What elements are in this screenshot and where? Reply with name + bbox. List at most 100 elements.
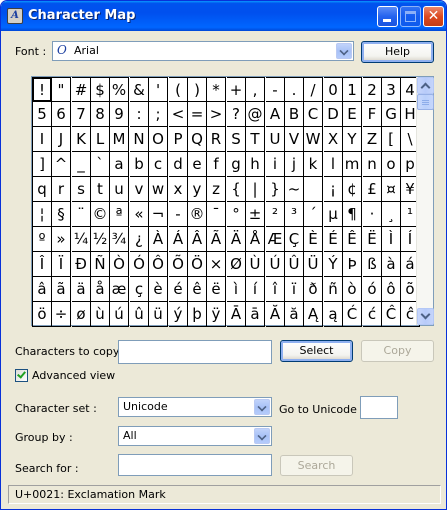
character-cell[interactable]: 6 (52, 102, 71, 127)
character-cell[interactable]: < (169, 102, 188, 127)
character-cell[interactable]: Ý (324, 252, 343, 277)
character-cell[interactable]: ¯ (207, 202, 226, 227)
character-cell[interactable]: b (130, 152, 149, 177)
character-cell[interactable]: * (207, 77, 226, 102)
character-cell[interactable]: m (343, 152, 362, 177)
character-cell[interactable]: Õ (169, 252, 188, 277)
character-cell[interactable]: @ (246, 102, 265, 127)
character-cell[interactable]: ; (149, 102, 168, 127)
character-cell[interactable]: j (285, 152, 304, 177)
character-cell[interactable]: ß (363, 252, 382, 277)
character-cell[interactable]: 9 (110, 102, 129, 127)
character-cell[interactable]: Ą (304, 302, 323, 327)
character-cell[interactable]: À (149, 227, 168, 252)
character-cell[interactable]: ö (32, 302, 52, 327)
character-cell[interactable]: Ø (227, 252, 246, 277)
character-cell[interactable]: ø (72, 302, 91, 327)
character-cell[interactable]: 3 (382, 77, 401, 102)
character-cell[interactable]: × (207, 252, 226, 277)
character-cell[interactable]: ä (72, 277, 91, 302)
character-cell[interactable]: S (227, 127, 246, 152)
character-cell[interactable]: ê (188, 277, 207, 302)
character-cell[interactable]: Ì (382, 227, 401, 252)
character-cell[interactable]: L (91, 127, 110, 152)
character-cell[interactable]: V (285, 127, 304, 152)
character-cell[interactable]: d (169, 152, 188, 177)
copy-button[interactable]: Copy (361, 340, 434, 362)
character-cell[interactable]: Ñ (91, 252, 110, 277)
character-cell[interactable]: Þ (343, 252, 362, 277)
character-cell[interactable]: x (169, 177, 188, 202)
character-cell[interactable]: ~ (285, 177, 304, 202)
character-cell[interactable]: ó (363, 277, 382, 302)
character-cell[interactable]: é (169, 277, 188, 302)
character-cell[interactable]: F (363, 102, 382, 127)
character-cell[interactable]: Ã (207, 227, 226, 252)
character-cell[interactable]: | (246, 177, 265, 202)
character-cell[interactable]: ° (227, 202, 246, 227)
character-cell[interactable]: Æ (266, 227, 285, 252)
character-cell[interactable]: u (110, 177, 129, 202)
advanced-view-checkbox[interactable] (15, 369, 28, 382)
character-cell[interactable]: · (363, 202, 382, 227)
close-button[interactable]: ✕ (423, 6, 444, 27)
character-cell[interactable]: « (130, 202, 149, 227)
advanced-view-label[interactable]: Advanced view (32, 369, 115, 382)
character-cell[interactable]: £ (363, 177, 382, 202)
character-cell[interactable]: Ç (285, 227, 304, 252)
character-cell[interactable]: º (32, 227, 52, 252)
character-set-dropdown[interactable]: Unicode (118, 397, 272, 417)
character-cell[interactable]: æ (110, 277, 129, 302)
font-dropdown[interactable]: O Arial (52, 41, 354, 61)
character-cell[interactable]: ì (227, 277, 246, 302)
character-cell[interactable]: É (324, 227, 343, 252)
character-cell[interactable]: Z (363, 127, 382, 152)
character-cell[interactable]: Ë (363, 227, 382, 252)
character-cell[interactable]: > (207, 102, 226, 127)
scroll-up-button[interactable] (417, 77, 434, 94)
character-cell[interactable]: - (266, 77, 285, 102)
character-cell[interactable] (304, 177, 323, 202)
character-cell[interactable]: ¢ (343, 177, 362, 202)
character-cell[interactable]: q (32, 177, 52, 202)
character-cell[interactable]: ò (343, 277, 362, 302)
character-cell[interactable]: T (246, 127, 265, 152)
character-cell[interactable]: Á (169, 227, 188, 252)
character-cell[interactable]: ³ (285, 202, 304, 227)
character-cell[interactable]: 7 (72, 102, 91, 127)
character-cell[interactable]: ? (227, 102, 246, 127)
character-cell[interactable]: Ò (110, 252, 129, 277)
character-cell[interactable]: _ (72, 152, 91, 177)
character-cell[interactable]: ¬ (149, 202, 168, 227)
scroll-down-button[interactable] (417, 308, 434, 325)
character-cell[interactable]: ½ (91, 227, 110, 252)
character-cell[interactable]: c (149, 152, 168, 177)
character-cell[interactable]: ® (188, 202, 207, 227)
character-cell[interactable]: v (130, 177, 149, 202)
character-cell[interactable]: ¶ (343, 202, 362, 227)
character-cell[interactable]: ¿ (130, 227, 149, 252)
character-cell[interactable]: ā (246, 302, 265, 327)
character-cell[interactable]: Ê (343, 227, 362, 252)
character-cell[interactable]: e (188, 152, 207, 177)
character-cell[interactable]: ú (110, 302, 129, 327)
character-cell[interactable]: 1 (343, 77, 362, 102)
character-cell[interactable]: ¨ (72, 202, 91, 227)
character-cell[interactable]: © (91, 202, 110, 227)
character-cell[interactable]: ) (188, 77, 207, 102)
character-cell[interactable]: 5 (32, 102, 52, 127)
character-cell[interactable]: Ï (52, 252, 71, 277)
character-cell[interactable]: t (91, 177, 110, 202)
character-cell[interactable]: Ü (304, 252, 323, 277)
search-button[interactable]: Search (280, 455, 353, 476)
character-cell[interactable]: í (246, 277, 265, 302)
character-cell[interactable]: w (149, 177, 168, 202)
character-cell[interactable]: % (110, 77, 129, 102)
character-cell[interactable]: - (169, 202, 188, 227)
character-cell[interactable]: ¦ (32, 202, 52, 227)
character-cell[interactable]: ] (32, 152, 52, 177)
minimize-button[interactable] (377, 6, 398, 27)
character-cell[interactable]: ¸ (382, 202, 401, 227)
character-cell[interactable]: N (130, 127, 149, 152)
character-cell[interactable]: ^ (52, 152, 71, 177)
